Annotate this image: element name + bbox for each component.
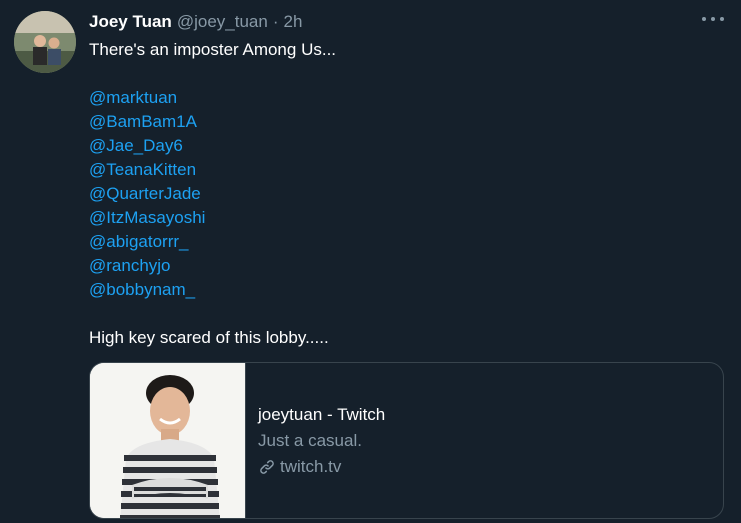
mention-link[interactable]: @abigatorrr_ [89, 230, 725, 254]
avatar[interactable] [14, 11, 76, 73]
card-thumbnail-photo [90, 363, 245, 518]
more-dot [702, 17, 706, 21]
mention-link[interactable]: @bobbynam_ [89, 278, 725, 302]
mention-link[interactable]: @Jae_Day6 [89, 134, 725, 158]
mention-link[interactable]: @ranchyjo [89, 254, 725, 278]
tweet-timestamp[interactable]: 2h [284, 10, 303, 34]
tweet-text: There's an imposter Among Us... @marktua… [89, 38, 725, 350]
card-domain: twitch.tv [258, 454, 385, 480]
author-handle[interactable]: @joey_tuan [177, 10, 268, 34]
link-icon [260, 459, 274, 474]
link-preview-card[interactable]: joeytuan - Twitch Just a casual. twitch.… [89, 362, 724, 519]
mention-link[interactable]: @ItzMasayoshi [89, 206, 725, 230]
tweet[interactable]: Joey Tuan @joey_tuan · 2h There's an imp… [0, 0, 741, 523]
card-title: joeytuan - Twitch [258, 404, 386, 424]
mention-link[interactable]: @TeanaKitten [89, 158, 725, 182]
avatar-photo [14, 11, 76, 73]
tweet-header: Joey Tuan @joey_tuan · 2h [89, 10, 725, 34]
card-domain-text: twitch.tv [280, 456, 342, 476]
more-horizontal-icon[interactable] [702, 12, 724, 26]
more-dot [711, 17, 715, 21]
mention-link[interactable]: @BamBam1A [89, 110, 725, 134]
card-description: Just a casual. [258, 430, 362, 450]
card-thumbnail [90, 363, 246, 518]
tweet-content: Joey Tuan @joey_tuan · 2h There's an imp… [89, 10, 725, 350]
tweet-text-intro: There's an imposter Among Us... [89, 40, 337, 59]
mention-link[interactable]: @QuarterJade [89, 182, 725, 206]
author-name[interactable]: Joey Tuan [89, 10, 172, 34]
tweet-text-outro: High key scared of this lobby..... [89, 328, 329, 347]
header-separator: · [272, 12, 279, 31]
more-dot [720, 17, 724, 21]
card-body: joeytuan - Twitch Just a casual. twitch.… [246, 363, 385, 518]
mention-link[interactable]: @marktuan [89, 86, 725, 110]
